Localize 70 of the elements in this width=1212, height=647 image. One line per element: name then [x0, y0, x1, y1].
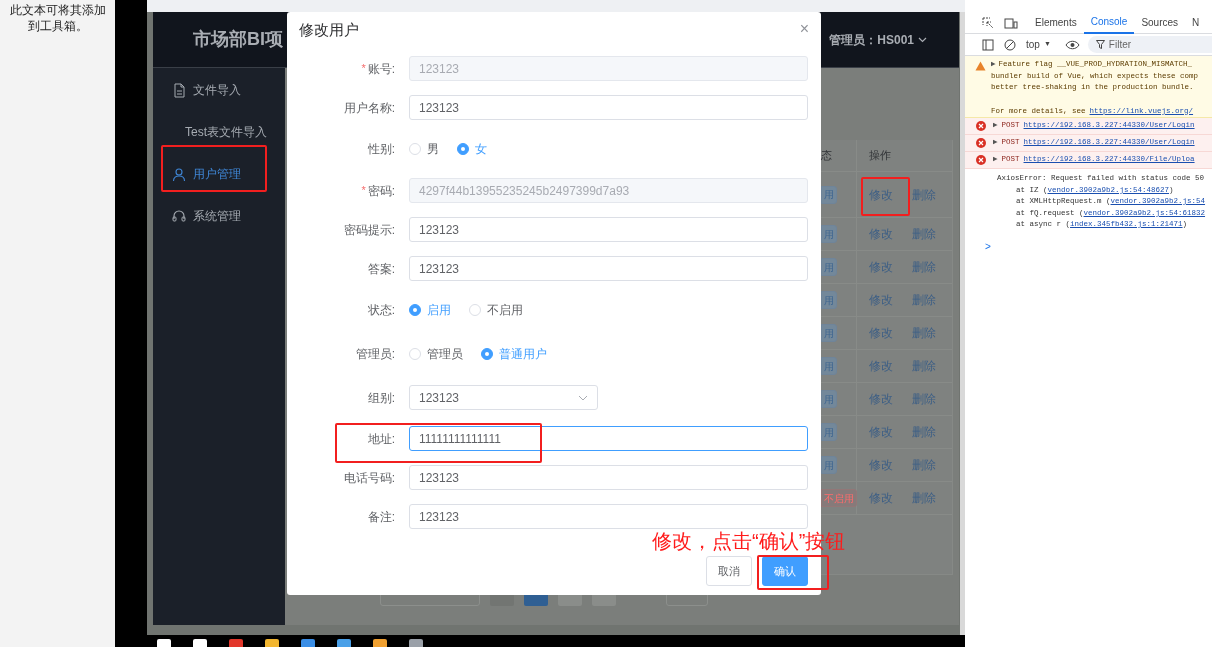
- radio-button[interactable]: [457, 143, 469, 155]
- chevron-down-icon: [918, 36, 927, 43]
- field-label: 管理员:: [355, 346, 395, 363]
- required-mark: *: [361, 61, 366, 77]
- devtools-tab[interactable]: Sources: [1134, 11, 1186, 34]
- warning-icon: [975, 61, 986, 71]
- taskbar-icon[interactable]: [409, 639, 423, 647]
- devtools-tab[interactable]: Console: [1083, 11, 1135, 34]
- field-label: 用户名称:: [343, 99, 395, 117]
- console-prompt[interactable]: >: [965, 238, 1212, 254]
- field-label: 电话号码:: [343, 469, 395, 487]
- taskbar-icon[interactable]: [301, 639, 315, 647]
- devtools-tab[interactable]: Elements: [1028, 11, 1084, 34]
- user-icon: [172, 166, 186, 182]
- device-icon: [1004, 16, 1018, 29]
- chevron-down-icon: [578, 394, 588, 401]
- user-menu[interactable]: 管理员：HS001: [829, 30, 927, 49]
- inspect-icon: [982, 16, 994, 29]
- input-field[interactable]: 11111111111111: [409, 426, 808, 451]
- sidebar-item[interactable]: 系统管理: [153, 195, 285, 237]
- taskbar-icon[interactable]: [265, 639, 279, 647]
- field-label: 状态:: [367, 302, 395, 319]
- headset-icon: [172, 208, 186, 224]
- column-header: 操作: [868, 148, 892, 164]
- field-label: 备注:: [367, 508, 395, 526]
- taskbar-icon[interactable]: [373, 639, 387, 647]
- block-icon: [1004, 38, 1016, 51]
- radio-option[interactable]: 男: [409, 140, 439, 158]
- input-field[interactable]: 123123: [409, 256, 808, 281]
- radio-button[interactable]: [409, 304, 421, 316]
- taskbar-icon[interactable]: [337, 639, 351, 647]
- radio-option[interactable]: 管理员: [409, 345, 463, 363]
- filter-field[interactable]: Filter: [1087, 36, 1212, 53]
- input-field[interactable]: 123123: [409, 504, 808, 529]
- devtools-tab[interactable]: N: [1185, 11, 1207, 34]
- field-label: 组别:: [367, 389, 395, 407]
- filter-icon: [1095, 40, 1105, 49]
- highlight-box: [861, 177, 910, 216]
- input-field[interactable]: 123123: [409, 95, 808, 120]
- radio-option[interactable]: 不启用: [469, 301, 523, 319]
- cancel-button[interactable]: 取消: [706, 556, 752, 586]
- error-icon: [976, 155, 986, 165]
- file-icon: [172, 82, 186, 98]
- input-field[interactable]: 123123: [409, 217, 808, 242]
- radio-button[interactable]: [481, 348, 493, 360]
- input-field[interactable]: 123123: [409, 465, 808, 490]
- required-mark: *: [361, 183, 366, 199]
- field-label: 地址:: [367, 430, 395, 448]
- sidebar-item[interactable]: 文件导入: [153, 69, 285, 111]
- field-label: 密码提示:: [343, 221, 395, 239]
- select-field[interactable]: 123123: [409, 385, 598, 410]
- eye-icon: [1064, 39, 1080, 50]
- taskbar-icon[interactable]: [229, 639, 243, 647]
- close-button[interactable]: ×: [799, 21, 809, 37]
- highlight-box: [757, 555, 829, 590]
- sidebar-toggle-icon: [982, 38, 994, 51]
- app-title: 市场部BI项: [193, 28, 283, 51]
- hint-text: 此文本可将其添加到工具箱。: [8, 2, 107, 35]
- field-label: 密码:: [367, 182, 395, 200]
- status-tag: 不启用: [821, 489, 857, 507]
- field-label: 答案:: [367, 260, 395, 278]
- field-label: 性别:: [367, 141, 395, 158]
- error-icon: [976, 138, 986, 148]
- error-icon: [976, 121, 986, 131]
- sidebar-item[interactable]: 用户管理: [153, 153, 285, 195]
- taskbar-icon[interactable]: [157, 639, 171, 647]
- field-label: 账号:: [367, 60, 395, 78]
- taskbar-icon[interactable]: [193, 639, 207, 647]
- sidebar-item[interactable]: Test表文件导入: [153, 111, 285, 153]
- dialog-title: 修改用户: [299, 20, 359, 41]
